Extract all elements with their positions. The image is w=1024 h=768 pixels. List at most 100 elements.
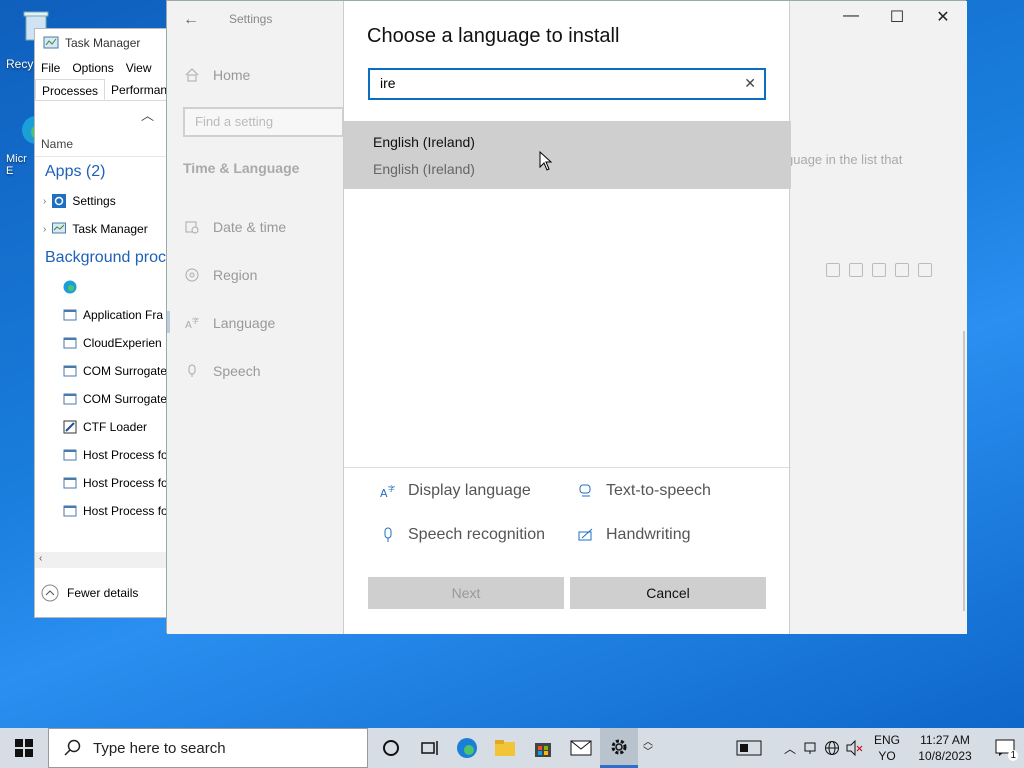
action-center-button[interactable]: 1 <box>986 728 1024 768</box>
menu-options[interactable]: Options <box>72 61 113 75</box>
process-row[interactable]: CTF Loader <box>35 413 173 441</box>
process-row-edge[interactable] <box>35 273 173 301</box>
dialog-divider <box>344 467 791 468</box>
feature-icons-row <box>826 263 932 277</box>
dialog-title: Choose a language to install <box>367 25 620 47</box>
mouse-cursor-icon <box>539 151 553 171</box>
apps-group-header: Apps (2) <box>45 163 106 180</box>
taskbar-search-box[interactable]: Type here to search <box>48 728 368 768</box>
taskbar-mail[interactable] <box>562 728 600 768</box>
language-code: ENG <box>873 733 900 747</box>
task-manager-titlebar: Task Manager <box>35 29 173 57</box>
chevron-up-down-icon: ︿ ﹀ <box>643 737 653 758</box>
taskbar-edge[interactable] <box>448 728 486 768</box>
process-row[interactable]: COM Surrogate <box>35 385 173 413</box>
chevron-right-icon[interactable]: › <box>43 196 46 207</box>
feature-label: Handwriting <box>606 526 691 543</box>
window-process-icon <box>63 337 77 349</box>
process-row[interactable]: Host Process fo <box>35 497 173 525</box>
language-result-item[interactable]: English (Ireland) English (Ireland) <box>344 121 791 189</box>
svg-text:字: 字 <box>388 484 395 493</box>
news-widget-icon[interactable] <box>736 739 762 757</box>
system-tray: ︿ ENG YO 11:27 AM 10/8/2023 1 <box>736 728 1024 768</box>
fewer-details-label: Fewer details <box>67 586 139 600</box>
feature-label: Display language <box>408 482 531 499</box>
chevron-up-icon[interactable]: ︿ <box>141 105 154 124</box>
nav-home[interactable]: Home <box>185 67 250 83</box>
chevron-up-circle-icon <box>41 584 59 602</box>
maximize-button[interactable]: ☐ <box>874 7 920 27</box>
nav-date-time[interactable]: Date & time <box>185 219 286 235</box>
menu-file[interactable]: File <box>41 61 60 75</box>
tab-processes[interactable]: Processes <box>35 79 106 100</box>
task-view-button[interactable] <box>410 728 448 768</box>
taskbar-store[interactable] <box>524 728 562 768</box>
process-name: Settings <box>72 194 116 208</box>
network-icon[interactable] <box>802 740 818 756</box>
back-arrow-icon[interactable]: ← <box>183 11 199 29</box>
process-name: Task Manager <box>72 222 148 236</box>
text-to-speech-icon <box>849 263 863 277</box>
input-language-indicator[interactable]: ENG YO <box>870 732 904 764</box>
folder-icon <box>495 740 515 756</box>
edge-icon <box>457 738 477 758</box>
cancel-button[interactable]: Cancel <box>570 577 766 609</box>
process-row-task-manager[interactable]: › Task Manager <box>35 215 173 243</box>
home-icon <box>185 68 199 82</box>
nav-label: Region <box>213 267 258 283</box>
cortana-button[interactable] <box>372 728 410 768</box>
process-row[interactable]: COM Surrogate <box>35 357 173 385</box>
clock-date: 10/8/2023 <box>918 749 972 763</box>
feature-handwriting: Handwriting <box>578 526 690 544</box>
column-header-name[interactable]: Name <box>35 131 173 157</box>
chevron-right-icon[interactable]: › <box>43 224 46 235</box>
clock[interactable]: 11:27 AM 10/8/2023 <box>910 732 980 764</box>
taskbar-file-explorer[interactable] <box>486 728 524 768</box>
taskbar-search-placeholder: Type here to search <box>93 739 226 757</box>
process-row[interactable]: Host Process fo <box>35 441 173 469</box>
start-button[interactable] <box>0 728 48 768</box>
process-row[interactable]: Application Fra <box>35 301 173 329</box>
minimize-button[interactable]: — <box>828 7 874 25</box>
find-setting-input[interactable]: Find a setting <box>183 107 344 137</box>
process-row-settings[interactable]: › Settings <box>35 187 173 215</box>
volume-muted-icon[interactable] <box>846 740 864 756</box>
nav-region[interactable]: Region <box>185 267 257 283</box>
clear-search-icon[interactable]: ✕ <box>744 75 756 92</box>
process-name: CTF Loader <box>83 420 148 434</box>
horizontal-scrollbar[interactable]: ‹ <box>35 552 175 568</box>
settings-content-background: guage in the list that <box>786 1 967 634</box>
calendar-clock-icon <box>185 221 199 234</box>
language-search-input[interactable]: ire ✕ <box>368 68 766 100</box>
nav-speech[interactable]: Speech <box>185 363 260 379</box>
process-name: COM Surrogate <box>83 364 168 378</box>
menu-view[interactable]: View <box>126 61 152 75</box>
window-process-icon <box>63 477 77 489</box>
search-value: ire <box>380 75 396 91</box>
svg-text:字: 字 <box>192 316 199 325</box>
windows-logo-icon <box>15 739 33 757</box>
taskbar-settings[interactable] <box>600 728 638 768</box>
fewer-details-button[interactable]: Fewer details <box>41 584 138 602</box>
taskbar-overflow[interactable]: ︿ ﹀ <box>638 728 658 768</box>
globe-icon[interactable] <box>824 740 840 756</box>
language-icon: A字 <box>185 316 199 330</box>
extra-feature-icon <box>918 263 932 277</box>
process-row[interactable]: Host Process fo <box>35 469 173 497</box>
taskbar: Type here to search ︿ ﹀ ︿ ENG YO 11:27 AM <box>0 728 1024 768</box>
result-native-name: English (Ireland) <box>373 161 475 177</box>
vertical-scrollbar[interactable] <box>963 331 965 611</box>
chevron-up-icon[interactable]: ︿ <box>784 740 796 757</box>
nav-selection-indicator <box>167 311 170 333</box>
process-row[interactable]: CloudExperien <box>35 329 173 357</box>
feature-display-language: A字 Display language <box>380 482 531 500</box>
close-button[interactable]: ✕ <box>920 7 966 27</box>
microphone-icon <box>872 263 886 277</box>
next-button[interactable]: Next <box>368 577 564 609</box>
feature-label: Text-to-speech <box>606 482 711 499</box>
nav-language[interactable]: A字 Language <box>185 315 275 331</box>
scroll-left-icon[interactable]: ‹ <box>39 553 42 564</box>
task-view-icon <box>421 741 438 755</box>
text-to-speech-icon <box>579 484 591 497</box>
feature-label: Speech recognition <box>408 526 545 543</box>
